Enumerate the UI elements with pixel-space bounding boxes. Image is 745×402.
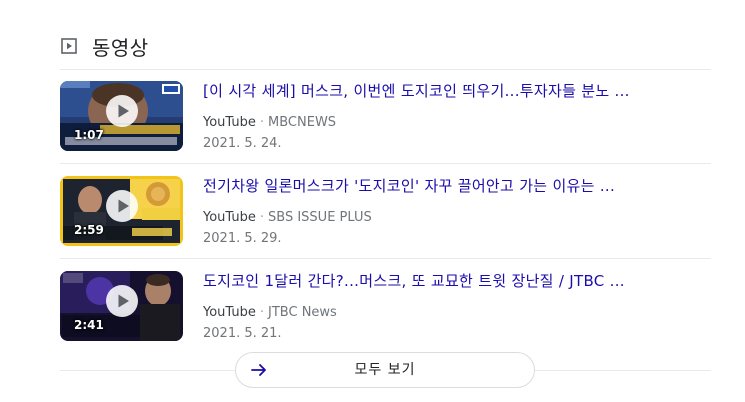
video-icon: [60, 37, 78, 55]
divider: [60, 258, 711, 259]
play-button[interactable]: [106, 95, 138, 127]
video-duration: 1:07: [74, 128, 104, 142]
video-result-2[interactable]: 2:59 전기차왕 일론머스크가 '도지코인' 자꾸 끌어안고 가는 이유는 .…: [60, 176, 711, 254]
video-duration: 2:41: [74, 318, 104, 332]
video-date: 2021. 5. 29.: [203, 231, 282, 246]
video-date: 2021. 5. 21.: [203, 326, 282, 341]
see-all-button[interactable]: 모두 보기: [235, 352, 535, 388]
video-source: YouTube: [203, 305, 256, 320]
separator-dot: ·: [259, 305, 265, 320]
video-channel: SBS ISSUE PLUS: [268, 210, 372, 225]
play-button[interactable]: [106, 285, 138, 317]
video-date: 2021. 5. 24.: [203, 136, 282, 151]
video-source: YouTube: [203, 115, 256, 130]
video-meta: YouTube · SBS ISSUE PLUS: [203, 210, 372, 225]
see-all-label: 모두 보기: [354, 362, 416, 378]
divider: [60, 163, 711, 164]
video-title-link[interactable]: 전기차왕 일론머스크가 '도지코인' 자꾸 끌어안고 가는 이유는 ...: [203, 176, 708, 196]
video-duration: 2:59: [74, 223, 104, 237]
video-meta: YouTube · MBCNEWS: [203, 115, 336, 130]
section-title: 동영상: [92, 35, 149, 60]
video-thumbnail[interactable]: 1:07: [60, 81, 183, 151]
video-title-link[interactable]: [이 시각 세계] 머스크, 이번엔 도지코인 띄우기...투자자들 분노 ..…: [203, 81, 708, 101]
play-icon: [118, 294, 129, 308]
video-title-link[interactable]: 도지코인 1달러 간다?...머스크, 또 교묘한 트윗 장난질 / JTBC …: [203, 271, 708, 291]
separator-dot: ·: [259, 115, 265, 130]
play-icon: [118, 199, 129, 213]
video-meta: YouTube · JTBC News: [203, 305, 337, 320]
video-result-1[interactable]: 1:07 [이 시각 세계] 머스크, 이번엔 도지코인 띄우기...투자자들 …: [60, 81, 711, 159]
section-header: 동영상: [60, 30, 149, 62]
divider: [60, 69, 711, 70]
play-icon: [118, 104, 129, 118]
video-thumbnail[interactable]: 2:41: [60, 271, 183, 341]
separator-dot: ·: [259, 210, 265, 225]
video-thumbnail[interactable]: 2:59: [60, 176, 183, 246]
video-result-3[interactable]: 2:41 도지코인 1달러 간다?...머스크, 또 교묘한 트윗 장난질 / …: [60, 271, 711, 349]
play-button[interactable]: [106, 190, 138, 222]
video-channel: JTBC News: [268, 305, 337, 320]
video-channel: MBCNEWS: [268, 115, 337, 130]
video-source: YouTube: [203, 210, 256, 225]
